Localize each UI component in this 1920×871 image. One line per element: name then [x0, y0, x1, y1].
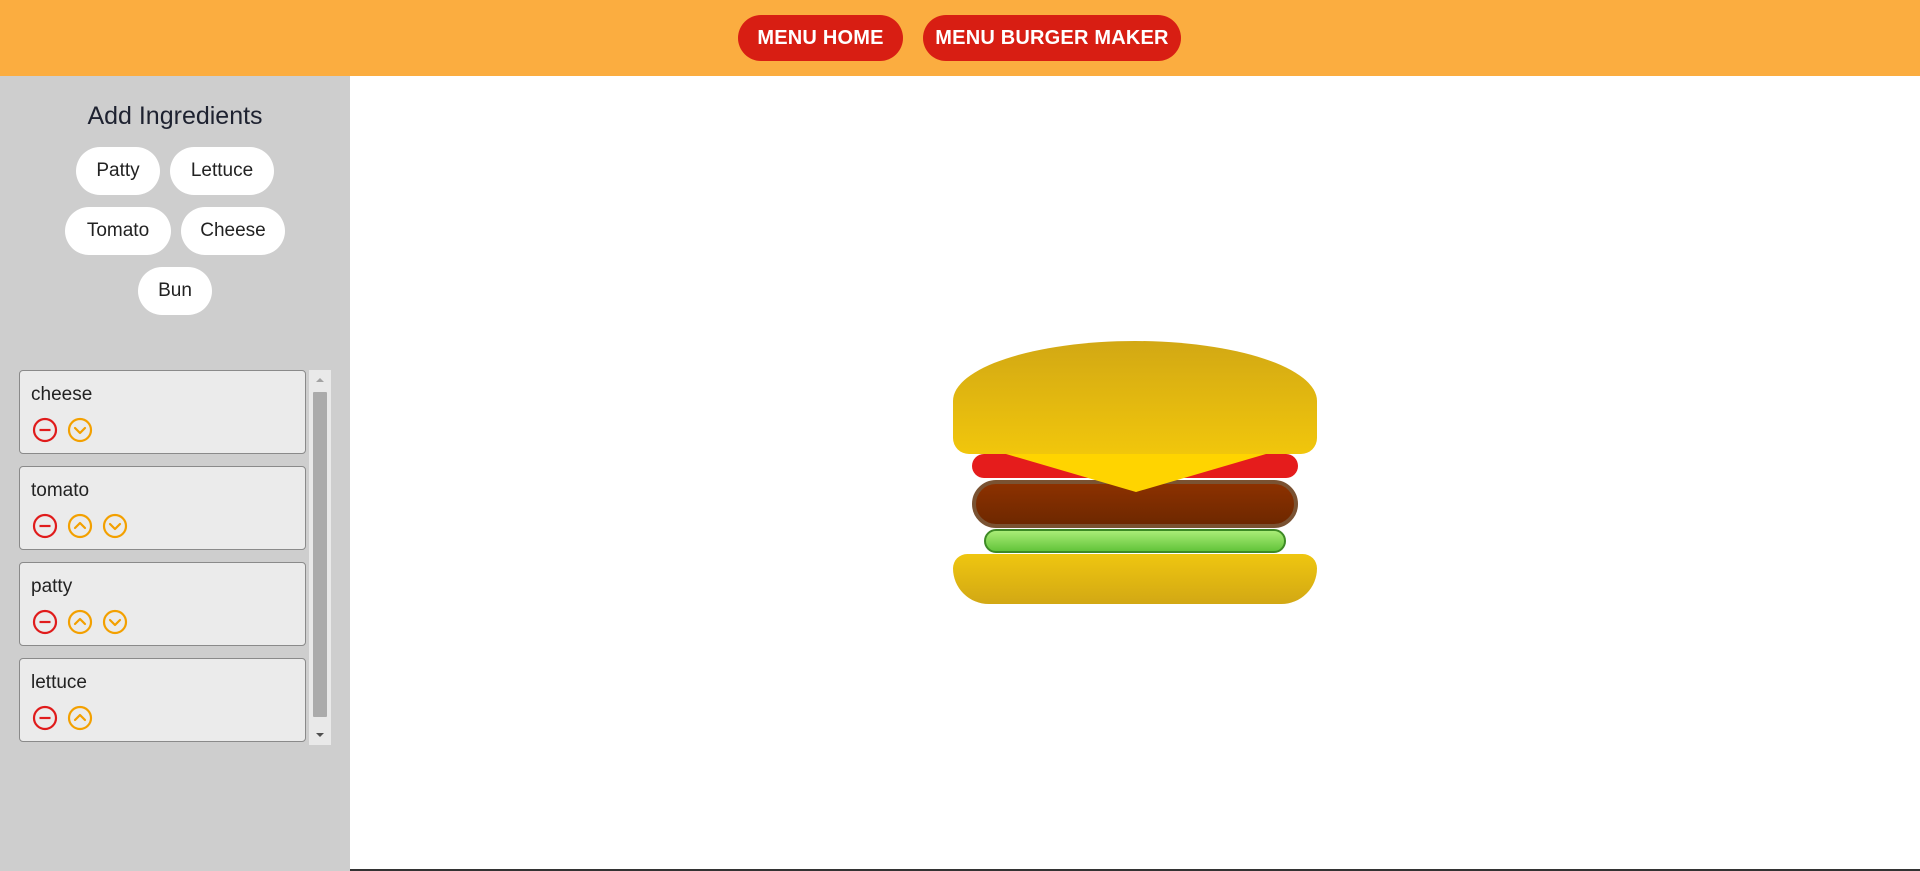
move-up-icon[interactable] [67, 513, 93, 539]
stack-item-cheese: cheese [19, 370, 306, 454]
cheese-layer [1006, 454, 1266, 492]
move-down-icon[interactable] [102, 609, 128, 635]
add-tomato-button[interactable]: Tomato [65, 207, 171, 255]
remove-icon[interactable] [32, 513, 58, 539]
lettuce-layer [984, 529, 1286, 553]
menu-burger-maker-button[interactable]: MENU BURGER MAKER [923, 15, 1181, 61]
stack-item-patty: patty [19, 562, 306, 646]
menu-home-button[interactable]: MENU HOME [738, 15, 903, 61]
remove-icon[interactable] [32, 417, 58, 443]
top-bun-layer [953, 341, 1317, 454]
remove-icon[interactable] [32, 705, 58, 731]
add-patty-button[interactable]: Patty [76, 147, 160, 195]
ingredients-sidebar: Add Ingredients Patty Lettuce Tomato Che… [0, 76, 350, 871]
scroll-up-arrow-icon[interactable] [309, 370, 331, 390]
remove-icon[interactable] [32, 609, 58, 635]
stack-item-lettuce: lettuce [19, 658, 306, 742]
stack-item-label: lettuce [31, 672, 87, 693]
top-nav-bar: MENU HOME MENU BURGER MAKER [0, 0, 1920, 77]
add-cheese-button[interactable]: Cheese [181, 207, 285, 255]
bottom-bun-layer [953, 554, 1317, 604]
stack-item-label: cheese [31, 384, 93, 405]
add-ingredients-heading: Add Ingredients [87, 102, 263, 130]
move-up-icon[interactable] [67, 705, 93, 731]
stack-list-scrollbar[interactable] [309, 370, 331, 745]
move-down-icon[interactable] [67, 417, 93, 443]
stack-item-label: patty [31, 576, 73, 597]
move-up-icon[interactable] [67, 609, 93, 635]
add-lettuce-button[interactable]: Lettuce [170, 147, 274, 195]
stack-item-label: tomato [31, 480, 90, 501]
ingredient-stack-list: cheese tomato patty lettuce [19, 370, 331, 745]
move-down-icon[interactable] [102, 513, 128, 539]
stack-item-tomato: tomato [19, 466, 306, 550]
scroll-down-arrow-icon[interactable] [309, 725, 331, 745]
add-bun-button[interactable]: Bun [138, 267, 212, 315]
scrollbar-thumb[interactable] [313, 392, 327, 717]
